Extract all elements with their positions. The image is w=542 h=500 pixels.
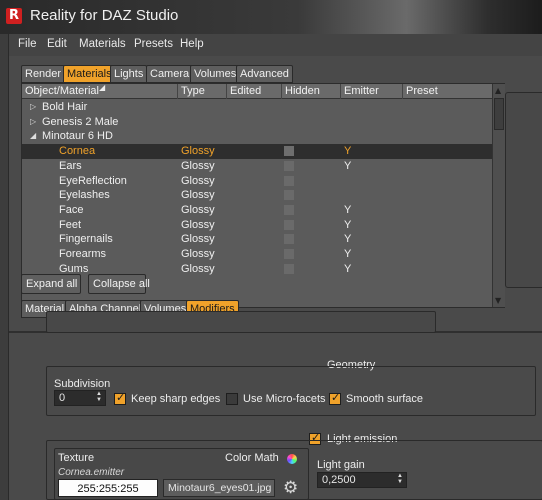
subdivision-stepper[interactable]: 0 ▲ ▼ bbox=[54, 390, 106, 406]
column-type[interactable]: Type bbox=[181, 85, 205, 97]
tab-advanced[interactable]: Advanced bbox=[236, 65, 293, 83]
table-row[interactable]: Face Glossy Y bbox=[22, 203, 492, 218]
menu-edit[interactable]: Edit bbox=[47, 38, 67, 50]
collapse-arrow-icon[interactable]: ◢ bbox=[30, 129, 36, 143]
scroll-up-icon[interactable]: ▲ bbox=[495, 86, 501, 95]
tab-volumes[interactable]: Volumes bbox=[190, 65, 241, 83]
collapse-all-button[interactable]: Collapse all bbox=[88, 274, 150, 294]
expand-all-button[interactable]: Expand all bbox=[21, 274, 81, 294]
upper-group-partial bbox=[46, 311, 436, 333]
keep-sharp-edges-checkbox[interactable] bbox=[114, 391, 126, 405]
menu-presets[interactable]: Presets bbox=[134, 38, 173, 50]
use-micro-facets-checkbox[interactable] bbox=[226, 393, 238, 405]
texture-name: Cornea.emitter bbox=[58, 467, 125, 478]
hidden-toggle[interactable] bbox=[284, 160, 294, 171]
column-edited[interactable]: Edited bbox=[230, 85, 261, 97]
hidden-toggle[interactable] bbox=[284, 175, 294, 186]
tab-render[interactable]: Render bbox=[21, 65, 66, 83]
expand-arrow-icon[interactable]: ▷ bbox=[30, 115, 36, 129]
light-gain-stepper[interactable]: 0,2500 ▲ ▼ bbox=[317, 472, 407, 488]
hidden-toggle[interactable] bbox=[284, 234, 294, 245]
tree-group-row[interactable]: ▷ Bold Hair bbox=[22, 100, 492, 115]
texture-group: Texture Color Math Cornea.emitter 255:25… bbox=[54, 448, 309, 500]
column-preset[interactable]: Preset bbox=[406, 85, 438, 97]
tree-group-row[interactable]: ▷ Genesis 2 Male bbox=[22, 115, 492, 130]
tab-camera[interactable]: Camera bbox=[146, 65, 194, 83]
color-math-label[interactable]: Color Math bbox=[225, 452, 279, 464]
table-row[interactable]: Fingernails Glossy Y bbox=[22, 232, 492, 247]
reality-icon: R bbox=[6, 8, 22, 24]
menu-file[interactable]: File bbox=[18, 38, 37, 50]
keep-sharp-edges-label: Keep sharp edges bbox=[131, 393, 221, 405]
hidden-toggle[interactable] bbox=[284, 204, 294, 215]
scroll-down-icon[interactable]: ▼ bbox=[495, 296, 501, 305]
column-emitter[interactable]: Emitter bbox=[344, 85, 379, 97]
smooth-surface-checkbox[interactable] bbox=[329, 391, 341, 405]
menu-materials[interactable]: Materials bbox=[79, 38, 126, 50]
color-wheel-icon[interactable] bbox=[287, 454, 297, 464]
stepper-arrows-icon[interactable]: ▲ ▼ bbox=[94, 391, 104, 405]
column-object-material[interactable]: Object/Material◢ bbox=[25, 83, 106, 97]
hidden-toggle[interactable] bbox=[284, 249, 294, 259]
image-file-field[interactable]: Minotaur6_eyes01.jpg bbox=[163, 479, 275, 497]
stepper-arrows-icon[interactable]: ▲ ▼ bbox=[395, 473, 405, 487]
color-swatch[interactable]: 255:255:255 bbox=[58, 479, 158, 497]
smooth-surface-label: Smooth surface bbox=[346, 393, 424, 405]
table-row[interactable]: Forearms Glossy Y bbox=[22, 247, 492, 262]
light-gain-label: Light gain bbox=[317, 459, 365, 471]
right-panel-edge bbox=[505, 92, 542, 288]
table-row[interactable]: Cornea Glossy Y bbox=[22, 144, 492, 159]
table-row[interactable]: Ears Glossy Y bbox=[22, 159, 492, 174]
hidden-toggle[interactable] bbox=[284, 146, 294, 157]
table-row[interactable]: EyeReflection Glossy bbox=[22, 174, 492, 189]
expand-arrow-icon[interactable]: ▷ bbox=[30, 100, 36, 114]
subdivision-label: Subdivision bbox=[54, 378, 111, 390]
window-title: Reality for DAZ Studio bbox=[30, 7, 179, 24]
gear-icon[interactable]: ⚙ bbox=[283, 478, 298, 498]
column-hidden[interactable]: Hidden bbox=[285, 85, 320, 97]
tree-group-row[interactable]: ◢ Minotaur 6 HD bbox=[22, 129, 492, 144]
table-row[interactable]: Feet Glossy Y bbox=[22, 218, 492, 233]
scroll-thumb[interactable] bbox=[494, 98, 504, 130]
menu-help[interactable]: Help bbox=[180, 38, 204, 50]
tab-materials[interactable]: Materials bbox=[63, 65, 116, 83]
table-header: Object/Material◢ Type Edited Hidden Emit… bbox=[22, 83, 492, 99]
main-window: File Edit Materials Presets Help Render … bbox=[8, 34, 542, 500]
hidden-toggle[interactable] bbox=[284, 190, 294, 201]
tab-lights[interactable]: Lights bbox=[110, 65, 148, 83]
menu-bar: File Edit Materials Presets Help bbox=[9, 34, 542, 56]
hidden-toggle[interactable] bbox=[284, 219, 294, 230]
vertical-scrollbar[interactable]: ▲ ▼ bbox=[492, 84, 505, 307]
table-row[interactable]: Eyelashes Glossy bbox=[22, 188, 492, 203]
use-micro-facets-label: Use Micro-facets bbox=[243, 393, 326, 405]
texture-label: Texture bbox=[58, 452, 95, 464]
title-bar: R Reality for DAZ Studio bbox=[0, 0, 542, 34]
hidden-toggle[interactable] bbox=[284, 263, 294, 274]
sort-arrow-icon: ◢ bbox=[98, 83, 106, 92]
